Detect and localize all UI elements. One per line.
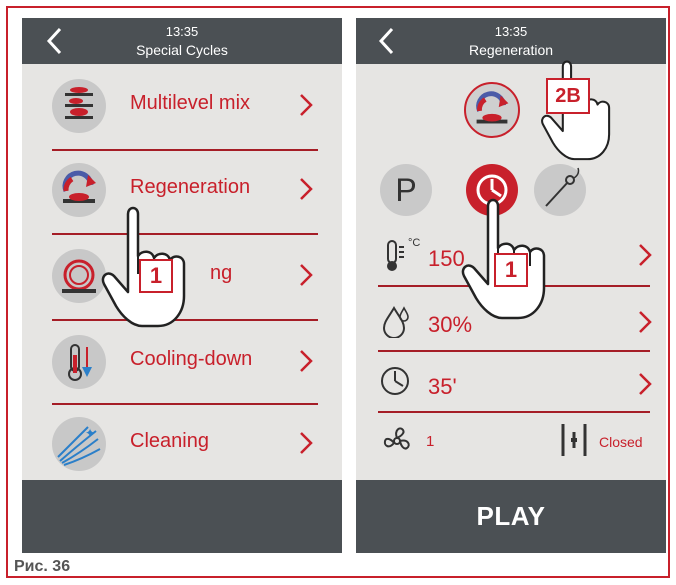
step-callout-badge: 1: [139, 259, 173, 293]
clock-icon: [381, 367, 409, 395]
chevron-right-icon: [300, 264, 313, 286]
program-mode-button[interactable]: P: [380, 164, 432, 216]
thermometer-icon: [387, 240, 404, 271]
chevron-right-icon: [639, 244, 652, 266]
footer-bar: [22, 480, 342, 553]
fan-speed-value: 1: [426, 433, 435, 450]
chevron-right-icon: [300, 94, 313, 116]
program-mode-label: P: [395, 172, 417, 208]
page-title: Special Cycles: [136, 42, 228, 58]
list-item-label: Multilevel mix: [130, 92, 251, 114]
chevron-right-icon: [639, 311, 652, 333]
time-value: 35': [428, 374, 457, 399]
chevron-right-icon: [300, 432, 313, 454]
clock-time: 13:35: [165, 24, 199, 39]
list-item-label: ng: [210, 262, 233, 284]
step-callout-badge: 1: [494, 253, 528, 287]
play-button[interactable]: PLAY: [356, 480, 666, 553]
chevron-right-icon: [300, 350, 313, 372]
header: 13:35 Special Cycles: [22, 18, 342, 64]
list-item-label: Regeneration: [130, 176, 251, 198]
humidity-drop-icon: [382, 306, 409, 338]
valve-icon[interactable]: [558, 422, 590, 458]
divider: [52, 149, 318, 151]
svg-text:✦: ✦: [85, 426, 95, 440]
valve-state: Closed: [599, 434, 643, 450]
list-item-cleaning[interactable]: ✦ Cleaning: [22, 406, 342, 484]
clock-time: 13:35: [494, 24, 528, 39]
divider: [378, 411, 650, 413]
thermometer-cooling-icon: [52, 335, 106, 389]
regeneration-icon: [464, 82, 520, 138]
list-item-label: Cooling-down: [130, 348, 253, 370]
figure-caption: Рис. 36: [14, 558, 71, 575]
temperature-unit: °C: [408, 237, 421, 249]
cleaning-icon: ✦: [52, 417, 106, 471]
list-item-cooling-down[interactable]: Cooling-down: [22, 324, 342, 402]
step-callout-badge: 2B: [546, 78, 590, 114]
divider: [52, 403, 318, 405]
chevron-right-icon: [300, 178, 313, 200]
fan-icon[interactable]: [380, 424, 414, 458]
play-bar[interactable]: PLAY: [356, 480, 666, 553]
multilevel-icon: [52, 79, 106, 133]
fan-valve-row: 1 Closed: [356, 416, 666, 486]
chevron-right-icon: [639, 373, 652, 395]
list-item-label: Cleaning: [130, 430, 209, 452]
list-item-multilevel-mix[interactable]: Multilevel mix: [22, 68, 342, 146]
